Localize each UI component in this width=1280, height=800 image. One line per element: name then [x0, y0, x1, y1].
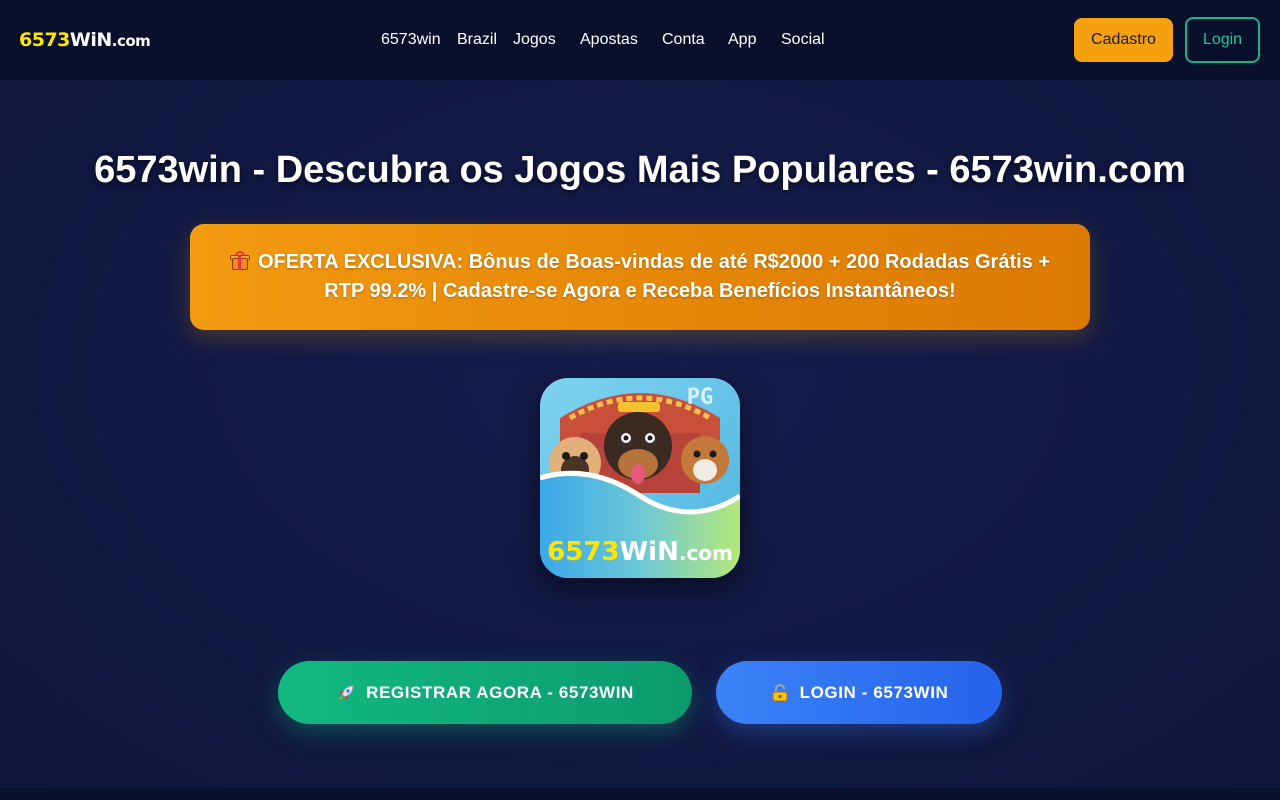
lock-icon [772, 683, 788, 701]
login-button[interactable]: Login [1185, 17, 1260, 63]
page-title: 6573win - Descubra os Jogos Mais Popular… [94, 149, 1186, 191]
login-cta-label: LOGIN - 6573WIN [799, 682, 949, 702]
nav-item-social[interactable]: Social [781, 30, 825, 50]
nav-item-apostas[interactable]: Apostas [580, 30, 638, 50]
game-logo-tld: .com [679, 541, 733, 565]
nav-item-brazil[interactable]: Brazil [457, 30, 497, 50]
pg-badge: PG [687, 385, 714, 410]
rocket-icon [339, 684, 354, 700]
game-logo-number: 6573 [547, 537, 619, 567]
logo-number: 6573 [19, 29, 70, 51]
register-button[interactable]: REGISTRAR AGORA - 6573WIN [278, 661, 692, 724]
main-content: 6573win - Descubra os Jogos Mais Popular… [0, 80, 1280, 788]
gift-icon [229, 251, 250, 271]
nav-item-app[interactable]: App [728, 30, 756, 50]
game-artwork: PG 6573WiN.com [540, 378, 740, 578]
nav-item-6573win[interactable]: 6573win [381, 30, 441, 50]
promo-text: OFERTA EXCLUSIVA: Bônus de Boas-vindas d… [257, 251, 1051, 302]
nav-item-conta[interactable]: Conta [662, 30, 705, 50]
site-logo[interactable]: 6573WiN.com [19, 28, 151, 53]
promo-text-wrapper: OFERTA EXCLUSIVA: Bônus de Boas-vindas d… [218, 248, 1062, 306]
login-cta-button[interactable]: LOGIN - 6573WIN [716, 661, 1002, 724]
nav-item-jogos[interactable]: Jogos [513, 30, 556, 50]
game-thumbnail[interactable]: PG 6573WiN.com [540, 378, 740, 578]
footer-strip [0, 788, 1280, 800]
site-header: 6573WiN.com 6573win Brazil Jogos Apostas… [0, 0, 1280, 80]
cadastro-button[interactable]: Cadastro [1074, 18, 1173, 62]
promo-banner[interactable]: OFERTA EXCLUSIVA: Bônus de Boas-vindas d… [190, 224, 1090, 330]
game-logo-brand: WiN [619, 537, 678, 567]
game-logo: 6573WiN.com [547, 537, 733, 567]
logo-tld: .com [111, 32, 151, 50]
logo-brand: WiN [69, 29, 112, 51]
register-button-label: REGISTRAR AGORA - 6573WIN [366, 682, 634, 702]
